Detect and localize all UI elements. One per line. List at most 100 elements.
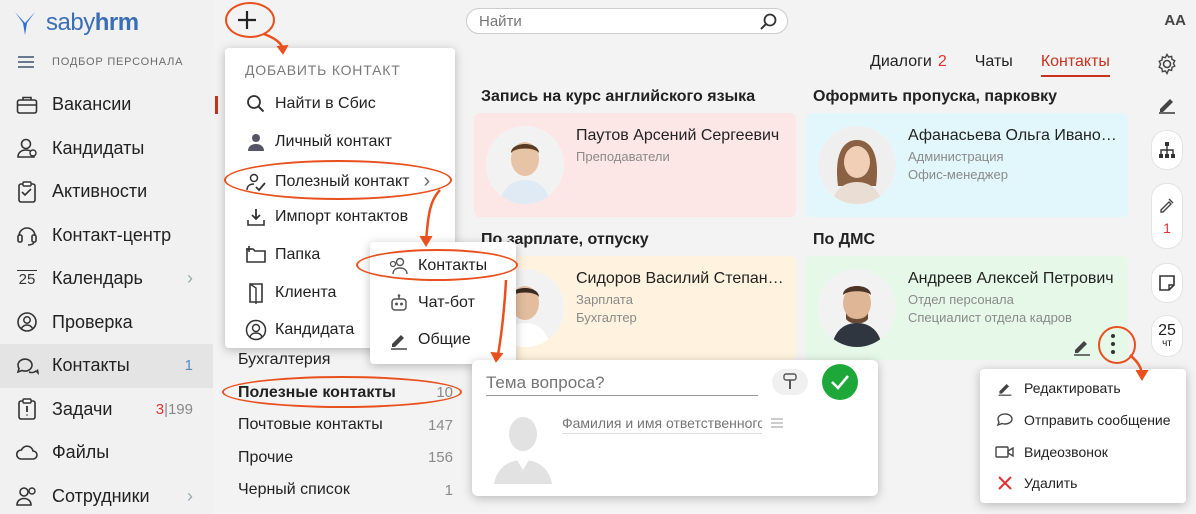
avatar-placeholder-icon [492, 412, 554, 489]
pencil-icon [1159, 99, 1175, 114]
group-title: Запись на курс английского языка [481, 88, 756, 105]
highlight-oval [222, 376, 462, 408]
active-marker [215, 96, 218, 114]
context-item-message[interactable]: Отправить сообщение [994, 412, 1171, 428]
gear-icon [1158, 53, 1176, 75]
sidebar-item-contact-center[interactable]: Контакт-центр [0, 214, 213, 258]
robot-icon [388, 293, 410, 313]
tool-badge: 1 [1163, 220, 1171, 236]
sidebar-item-employees[interactable]: Сотрудники › [0, 475, 213, 514]
tab-dialogs[interactable]: Диалоги 2 [870, 53, 947, 77]
highlight-oval [356, 249, 518, 281]
settings-button[interactable] [1152, 50, 1182, 78]
sidebar-item-files[interactable]: Файлы [0, 431, 213, 475]
cloud-icon [14, 440, 40, 466]
headset-icon [14, 222, 40, 248]
candidate-icon [14, 135, 40, 161]
list-icon[interactable] [770, 416, 784, 434]
submenu-item-chatbot[interactable]: Чат-бот [388, 293, 475, 313]
edit-button[interactable] [1152, 90, 1182, 118]
pencil-icon [388, 330, 410, 350]
folder-item[interactable]: Прочие 156 [238, 442, 453, 475]
font-size-toggle[interactable]: AA [1164, 12, 1186, 29]
context-item-video[interactable]: Видеозвонок [994, 444, 1108, 460]
sidebar-item-vacancies[interactable]: Вакансии [0, 83, 213, 127]
assign-button[interactable]: 1 [1152, 184, 1182, 248]
sidebar-item-calendar[interactable]: 25 Календарь › [0, 257, 213, 301]
menu-item-folder[interactable]: Папка [245, 245, 320, 265]
video-camera-icon [994, 445, 1016, 459]
assign-icon [1160, 198, 1174, 213]
menu-item-import[interactable]: Импорт контактов [245, 207, 408, 227]
task-clipboard-icon [14, 396, 40, 422]
contact-card[interactable]: Андреев Алексей Петрович Отдел персонала… [806, 256, 1128, 360]
tabs: Диалоги 2 Чаты Контакты [870, 53, 1138, 77]
sidebar-item-check[interactable]: Проверка [0, 301, 213, 345]
sidebar-item-tasks[interactable]: Задачи 3|199 [0, 388, 213, 432]
folder-item[interactable]: Почтовые контакты 147 [238, 409, 453, 442]
menu-icon[interactable] [18, 56, 34, 68]
check-icon [831, 375, 849, 390]
chevron-right-icon[interactable]: › [187, 268, 193, 289]
menu-item-find[interactable]: Найти в Сбис [245, 94, 376, 114]
confirm-button[interactable] [822, 364, 858, 400]
brush-icon [783, 373, 797, 389]
group-title: Оформить пропуска, парковку [813, 88, 1058, 105]
search-icon[interactable] [759, 12, 779, 37]
search-bar [466, 8, 788, 34]
sidebar-item-candidates[interactable]: Кандидаты [0, 127, 213, 171]
new-contact-panel [472, 360, 878, 496]
folder-list: Бухгалтерия Полезные контакты 10 Почтовые… [238, 344, 453, 507]
close-icon [994, 475, 1016, 491]
chevron-right-icon[interactable]: › [187, 486, 193, 507]
avatar [818, 269, 896, 347]
client-icon [245, 282, 267, 304]
search-icon [245, 94, 267, 114]
context-item-edit[interactable]: Редактировать [994, 380, 1121, 396]
sidebar: sabyhrm ПОДБОР ПЕРСОНАЛА Вакансии Кандид… [0, 0, 213, 514]
logo[interactable]: sabyhrm [14, 9, 139, 36]
pencil-icon [994, 380, 1016, 396]
structure-button[interactable] [1152, 131, 1182, 169]
context-item-delete[interactable]: Удалить [994, 475, 1077, 491]
clipboard-icon [14, 179, 40, 205]
tab-chats[interactable]: Чаты [975, 53, 1013, 77]
user-check-icon [14, 309, 40, 335]
sidebar-nav: Вакансии Кандидаты Активности Контакт-це… [0, 83, 213, 514]
person-icon [245, 132, 267, 152]
contact-card[interactable]: Паутов Арсений Сергеевич Преподаватели [474, 113, 796, 217]
avatar [818, 126, 896, 204]
sidebar-item-activities[interactable]: Активности [0, 170, 213, 214]
note-icon [1159, 275, 1175, 291]
pencil-icon[interactable] [1072, 336, 1092, 361]
contacts-count: 1 [184, 357, 193, 375]
candidate-circle-icon [245, 319, 267, 341]
avatar [486, 126, 564, 204]
highlight-oval [225, 2, 275, 38]
search-input[interactable] [479, 12, 759, 30]
highlight-oval [1098, 326, 1136, 364]
menu-item-client[interactable]: Клиента [245, 282, 336, 304]
topic-input[interactable] [486, 370, 758, 396]
highlight-oval [224, 160, 452, 200]
folder-item[interactable]: Черный список 1 [238, 474, 453, 507]
tab-contacts[interactable]: Контакты [1040, 53, 1110, 77]
chat-bubbles-icon [14, 353, 40, 379]
contact-card[interactable]: Афанасьева Ольга Ивановна Администрация … [806, 113, 1128, 217]
responsible-input[interactable] [562, 412, 762, 434]
group-title: По ДМС [813, 231, 875, 248]
submenu-item-common[interactable]: Общие [388, 330, 471, 350]
speech-bubble-icon [994, 412, 1016, 428]
menu-item-personal[interactable]: Личный контакт [245, 132, 392, 152]
brush-button[interactable] [772, 369, 808, 395]
hierarchy-icon [1159, 142, 1175, 158]
sidebar-item-contacts[interactable]: Контакты 1 [0, 344, 213, 388]
note-button[interactable] [1152, 264, 1182, 302]
download-icon [245, 207, 267, 227]
saby-logo-icon [15, 12, 35, 35]
logo-text: sabyhrm [46, 9, 139, 36]
calendar-widget[interactable]: 25 чт [1152, 316, 1182, 356]
menu-item-candidate[interactable]: Кандидата [245, 319, 354, 341]
contact-card[interactable]: Сидоров Василий Степанович Зарплата Бухг… [474, 256, 796, 360]
context-menu: Редактировать Отправить сообщение Видеоз… [980, 369, 1186, 503]
